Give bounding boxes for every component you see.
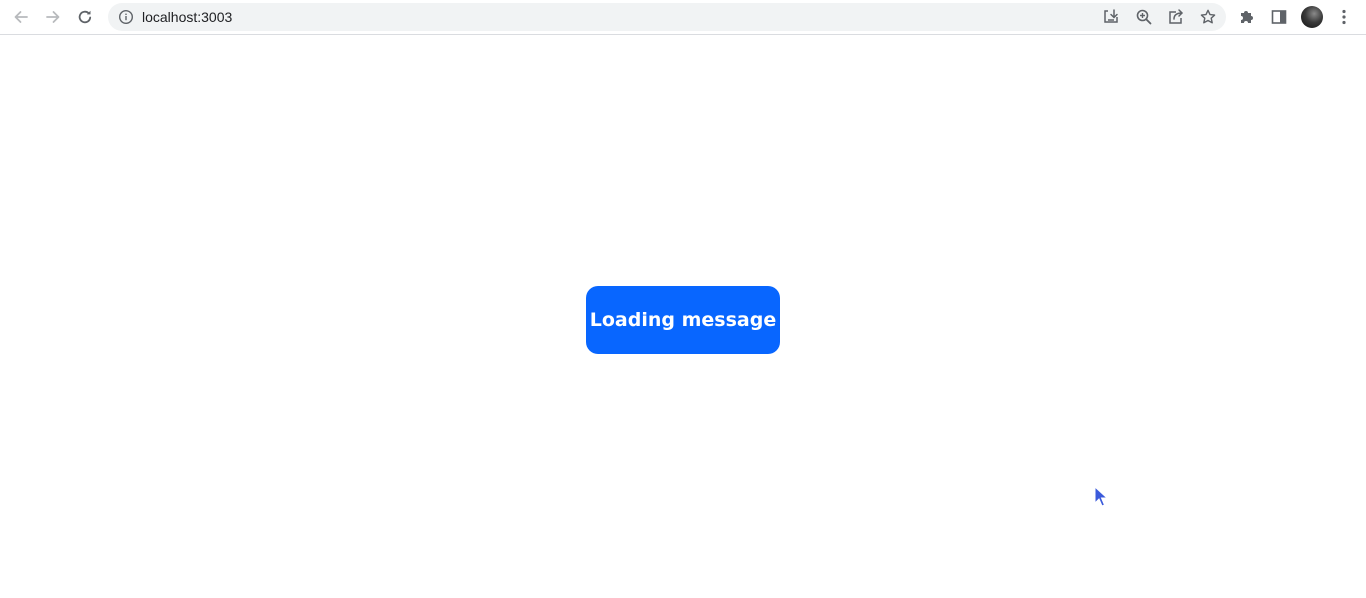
- arrow-right-icon: [46, 11, 60, 23]
- side-panel-icon: [1271, 10, 1287, 24]
- extensions-button[interactable]: [1234, 4, 1260, 30]
- mouse-cursor-icon: [1094, 486, 1109, 507]
- back-button[interactable]: [8, 4, 34, 30]
- kebab-menu-icon: [1342, 9, 1346, 25]
- arrow-left-icon: [14, 11, 28, 23]
- menu-button[interactable]: [1331, 4, 1357, 30]
- zoom-button[interactable]: [1133, 6, 1155, 28]
- browser-toolbar: localhost:3003: [0, 0, 1366, 35]
- bookmark-button[interactable]: [1197, 6, 1219, 28]
- install-icon: [1104, 9, 1118, 23]
- address-bar[interactable]: localhost:3003: [108, 3, 1226, 31]
- star-icon: [1200, 9, 1216, 24]
- zoom-icon: [1136, 9, 1152, 25]
- url-text: localhost:3003: [142, 9, 233, 25]
- share-icon: [1169, 9, 1184, 24]
- forward-button[interactable]: [40, 4, 66, 30]
- side-panel-button[interactable]: [1266, 4, 1292, 30]
- puzzle-icon: [1241, 11, 1253, 23]
- reload-icon: [78, 10, 92, 24]
- install-button[interactable]: [1100, 6, 1122, 28]
- avatar[interactable]: [1301, 6, 1323, 28]
- loading-message-button[interactable]: Loading message: [586, 286, 780, 354]
- info-icon[interactable]: [118, 9, 134, 25]
- share-button[interactable]: [1165, 6, 1187, 28]
- reload-button[interactable]: [72, 4, 98, 30]
- page-content: Loading message: [0, 36, 1366, 598]
